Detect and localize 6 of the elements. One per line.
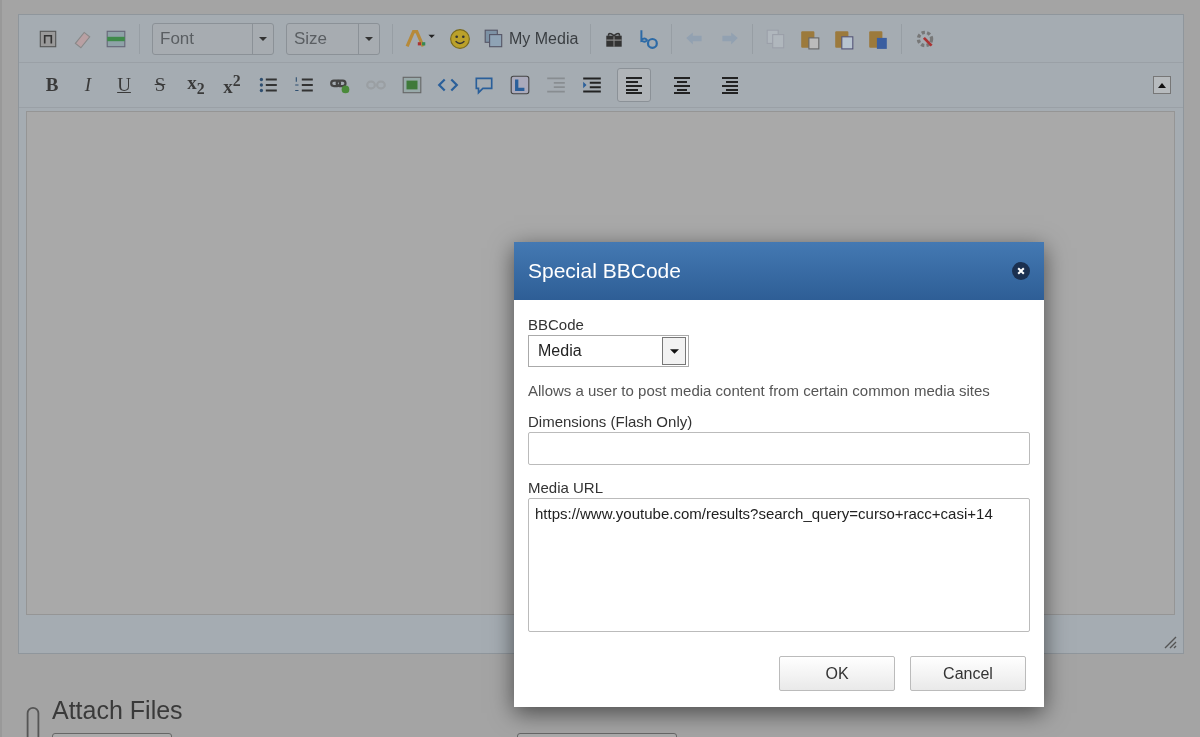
description-text: Allows a user to post media content from certain common media sites [528, 382, 990, 399]
field-label: Media URL [528, 479, 604, 496]
field-label: BBCode [528, 316, 584, 333]
dialog-title: Special BBCode [528, 259, 681, 283]
field-label: Dimensions (Flash Only) [528, 413, 693, 430]
attach-files-title: Attach Files [52, 696, 183, 725]
